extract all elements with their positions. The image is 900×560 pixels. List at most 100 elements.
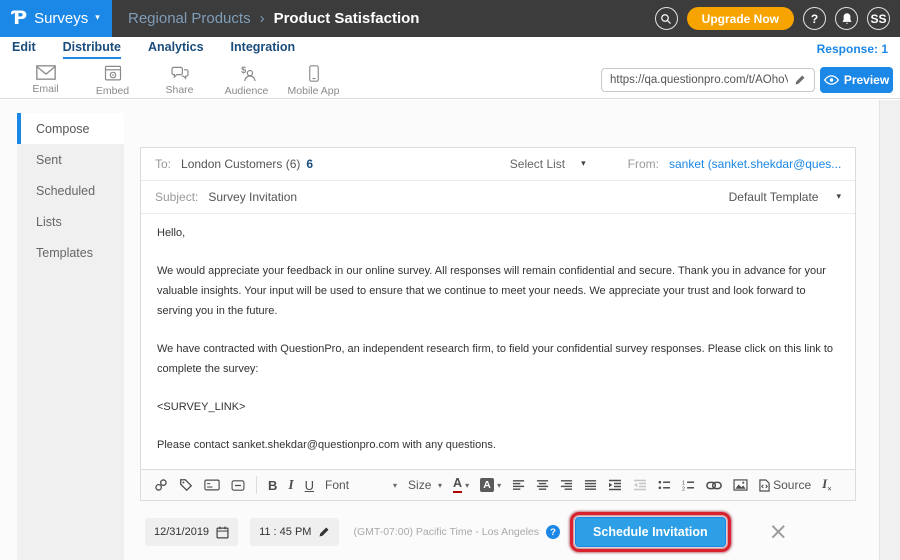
survey-url-field[interactable]: https://qa.questionpro.com/t/AOhoVZfqml <box>601 68 815 92</box>
numbered-list-button[interactable]: 12 <box>682 479 695 491</box>
search-icon <box>660 13 672 25</box>
bold-button[interactable]: B <box>268 478 277 493</box>
background-color-icon: A <box>480 478 494 492</box>
justify-icon <box>584 479 597 491</box>
subject-value[interactable]: Survey Invitation <box>208 190 297 204</box>
card-icon <box>204 479 220 491</box>
select-list-dropdown[interactable]: Select List ▾ <box>510 157 586 171</box>
body-paragraph: We have contracted with QuestionPro, an … <box>157 339 839 379</box>
to-value[interactable]: London Customers (6) <box>181 157 300 171</box>
timezone-help-icon[interactable]: ? <box>546 525 560 539</box>
edit-url-pencil-icon[interactable] <box>794 74 806 86</box>
insert-survey-link-button[interactable] <box>154 478 168 492</box>
mobile-icon <box>308 65 320 82</box>
select-list-label: Select List <box>510 157 565 171</box>
to-row: To: London Customers (6) 6 Select List ▾… <box>141 148 855 181</box>
sidebar-item-compose[interactable]: Compose <box>17 113 124 144</box>
background-color-button[interactable]: A ▾ <box>480 478 501 492</box>
text-color-button[interactable]: A ▾ <box>453 477 469 493</box>
remove-format-button[interactable]: I× <box>822 476 832 494</box>
body-paragraph: Please contact sanket.shekdar@questionpr… <box>157 435 839 455</box>
image-icon <box>733 479 748 491</box>
to-recipient-count[interactable]: 6 <box>306 157 313 171</box>
text-color-icon: A <box>453 477 462 493</box>
bulleted-list-button[interactable] <box>658 479 671 491</box>
search-button[interactable] <box>655 7 678 30</box>
eye-icon <box>824 75 839 85</box>
insert-image-button[interactable] <box>733 479 748 491</box>
channel-mobile-app[interactable]: Mobile App <box>280 65 347 97</box>
toolbar-divider <box>256 476 257 494</box>
chevron-down-icon: ▾ <box>393 481 397 490</box>
channel-audience[interactable]: $ Audience <box>213 65 280 97</box>
body-paragraph: <SURVEY_LINK> <box>157 397 839 417</box>
align-right-icon <box>560 479 573 491</box>
align-center-button[interactable] <box>536 479 549 491</box>
schedule-date-input[interactable]: 12/31/2019 <box>145 518 238 546</box>
distribute-content: Compose Sent Scheduled Lists Templates T… <box>0 100 900 560</box>
justify-button[interactable] <box>584 479 597 491</box>
scrollbar-track[interactable] <box>879 100 900 560</box>
align-left-button[interactable] <box>512 479 525 491</box>
italic-icon: I <box>288 477 293 493</box>
preview-button[interactable]: Preview <box>820 67 893 93</box>
tab-edit[interactable]: Edit <box>12 40 36 59</box>
insert-link-button[interactable] <box>706 481 722 490</box>
tab-analytics[interactable]: Analytics <box>148 40 204 59</box>
app-label: Surveys <box>34 10 88 27</box>
align-right-button[interactable] <box>560 479 573 491</box>
channel-label: Email <box>32 83 58 95</box>
indent-button[interactable] <box>608 479 622 491</box>
sidebar-item-templates[interactable]: Templates <box>17 237 124 268</box>
close-icon[interactable]: × <box>769 521 788 544</box>
help-button[interactable]: ? <box>803 7 826 30</box>
outdent-button[interactable] <box>633 479 647 491</box>
schedule-time-input[interactable]: 11 : 45 PM <box>250 518 339 546</box>
tab-distribute[interactable]: Distribute <box>63 40 121 59</box>
response-count[interactable]: Response: 1 <box>817 42 888 56</box>
notifications-button[interactable] <box>835 7 858 30</box>
insert-tag-button[interactable] <box>179 478 193 492</box>
channel-embed[interactable]: Embed <box>79 65 146 97</box>
font-size-dropdown[interactable]: Size ▾ <box>408 478 442 492</box>
breadcrumb-current: Product Satisfaction <box>274 10 420 27</box>
compose-panel: To: London Customers (6) 6 Select List ▾… <box>140 147 856 501</box>
sidebar-item-scheduled[interactable]: Scheduled <box>17 175 124 206</box>
subject-row: Subject: Survey Invitation Default Templ… <box>141 181 855 214</box>
to-row-right: Select List ▾ From: sanket (sanket.shekd… <box>510 157 841 171</box>
subject-label: Subject: <box>155 190 198 204</box>
avatar[interactable]: SS <box>867 7 890 30</box>
email-body-editor[interactable]: Hello, We would appreciate your feedback… <box>141 214 855 469</box>
schedule-button-highlight: Schedule Invitation <box>570 512 731 552</box>
from-value[interactable]: sanket (sanket.shekdar@ques... <box>669 157 841 171</box>
surveys-product-menu[interactable]: Ƥ Surveys ▾ <box>0 0 112 37</box>
sidebar-item-sent[interactable]: Sent <box>17 144 124 175</box>
survey-nav: Edit Distribute Analytics Integration Re… <box>0 37 900 61</box>
insert-footer-card-button[interactable] <box>204 479 220 491</box>
source-doc-icon <box>759 479 770 492</box>
email-sidebar: Compose Sent Scheduled Lists Templates <box>17 113 124 560</box>
tab-integration[interactable]: Integration <box>231 40 296 59</box>
template-dropdown[interactable]: Default Template ▾ <box>729 190 841 204</box>
top-header: Ƥ Surveys ▾ Regional Products › Product … <box>0 0 900 37</box>
tag-icon <box>179 478 193 492</box>
to-label: To: <box>155 157 171 171</box>
channel-share[interactable]: Share <box>146 65 213 96</box>
underline-button[interactable]: U <box>305 478 314 493</box>
font-family-dropdown[interactable]: Font ▾ <box>325 478 397 492</box>
sidebar-item-lists[interactable]: Lists <box>17 206 124 237</box>
insert-button-widget-button[interactable] <box>231 480 245 491</box>
channel-email[interactable]: Email <box>12 65 79 95</box>
source-button[interactable]: Source <box>759 478 811 492</box>
svg-text:1: 1 <box>682 480 685 486</box>
numbered-list-icon: 12 <box>682 479 695 491</box>
chevron-down-icon: ▾ <box>497 481 501 490</box>
schedule-invitation-button[interactable]: Schedule Invitation <box>575 517 726 547</box>
survey-url-text: https://qa.questionpro.com/t/AOhoVZfqml <box>610 74 788 86</box>
breadcrumb-parent[interactable]: Regional Products <box>128 10 251 27</box>
underline-icon: U <box>305 478 314 493</box>
remove-format-icon: I× <box>822 476 832 494</box>
upgrade-now-button[interactable]: Upgrade Now <box>687 7 794 30</box>
indent-icon <box>608 479 622 491</box>
italic-button[interactable]: I <box>288 477 293 493</box>
